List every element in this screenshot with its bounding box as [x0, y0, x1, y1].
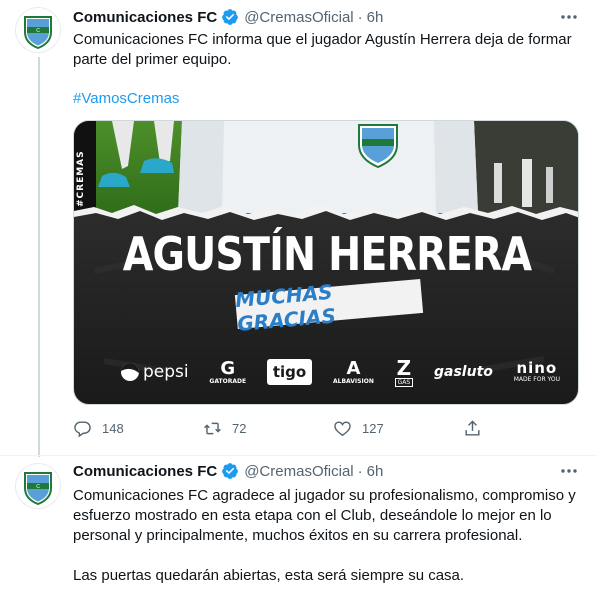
- share-icon: [465, 419, 480, 436]
- gas-logo: Z GAS: [394, 355, 414, 387]
- timestamp[interactable]: 6h: [367, 463, 384, 480]
- tweet-text-closing: Las puertas quedarán abiertas, esta será…: [73, 567, 465, 584]
- reply-count: 148: [102, 420, 124, 436]
- pepsi-globe-icon: [121, 363, 139, 381]
- sponsors-row: pepsi G GATORADE tigo A ALBAVISION Z GAS…: [120, 355, 560, 389]
- player-name-title: AGUSTÍN HERRERA: [122, 227, 532, 281]
- user-handle[interactable]: @CremasOficial: [244, 463, 353, 480]
- reply-icon: [74, 420, 91, 437]
- tweet-text: Comunicaciones FC agradece al jugador su…: [73, 487, 576, 544]
- tigo-logo: tigo: [266, 359, 313, 385]
- verified-badge-icon: [221, 462, 239, 480]
- tweet-2[interactable]: C Comunicaciones FC @CremasOficial · 6h …: [0, 456, 596, 594]
- timestamp[interactable]: 6h: [367, 9, 384, 26]
- user-handle[interactable]: @CremasOficial: [244, 9, 353, 26]
- nino-logo: nino MADE FOR YOU: [513, 359, 560, 384]
- z-logo-icon: Z: [396, 355, 412, 380]
- like-count: 127: [362, 420, 384, 436]
- retweet-icon: [204, 422, 221, 434]
- svg-text:C: C: [36, 28, 40, 34]
- separator-dot: ·: [357, 462, 363, 480]
- retweet-count: 72: [232, 420, 247, 436]
- pepsi-logo: pepsi: [120, 362, 189, 382]
- gatorade-logo: G GATORADE: [209, 357, 247, 385]
- like-button[interactable]: 127: [333, 419, 463, 438]
- club-logo-icon[interactable]: C: [16, 464, 60, 508]
- display-name[interactable]: Comunicaciones FC: [73, 9, 217, 26]
- display-name[interactable]: Comunicaciones FC: [73, 463, 217, 480]
- muchas-gracias-banner: MUCHAS GRACIAS: [234, 278, 424, 336]
- more-options-icon[interactable]: [558, 460, 580, 482]
- share-button[interactable]: [463, 419, 503, 438]
- gasluto-logo: gasluto: [434, 364, 493, 380]
- albavision-a-icon: A: [346, 357, 361, 379]
- separator-dot: ·: [357, 8, 363, 26]
- tweet-1[interactable]: C Comunicaciones FC @CremasOficial · 6h …: [0, 0, 596, 455]
- albavision-logo: A ALBAVISION: [333, 357, 374, 385]
- tweet-text: Comunicaciones FC informa que el jugador…: [73, 31, 572, 68]
- tweet-actions: 148 72 127: [73, 416, 513, 440]
- gatorade-bolt-icon: G: [220, 357, 236, 379]
- verified-badge-icon: [221, 8, 239, 26]
- retweet-button[interactable]: 72: [203, 419, 333, 438]
- club-logo-icon[interactable]: C: [16, 8, 60, 52]
- more-options-icon[interactable]: [558, 6, 580, 28]
- reply-button[interactable]: 148: [73, 419, 203, 438]
- hashtag-link[interactable]: #VamosCremas: [73, 89, 578, 109]
- tweet-media-image[interactable]: #CREMAS AGUSTÍN HERRERA MUCHAS GRACIAS p…: [73, 120, 579, 405]
- like-icon: [334, 420, 351, 436]
- tweet-header: Comunicaciones FC @CremasOficial · 6h: [73, 460, 383, 482]
- svg-text:C: C: [36, 484, 40, 490]
- tweet-header: Comunicaciones FC @CremasOficial · 6h: [73, 6, 383, 28]
- media-vertical-label: #CREMAS: [76, 150, 86, 207]
